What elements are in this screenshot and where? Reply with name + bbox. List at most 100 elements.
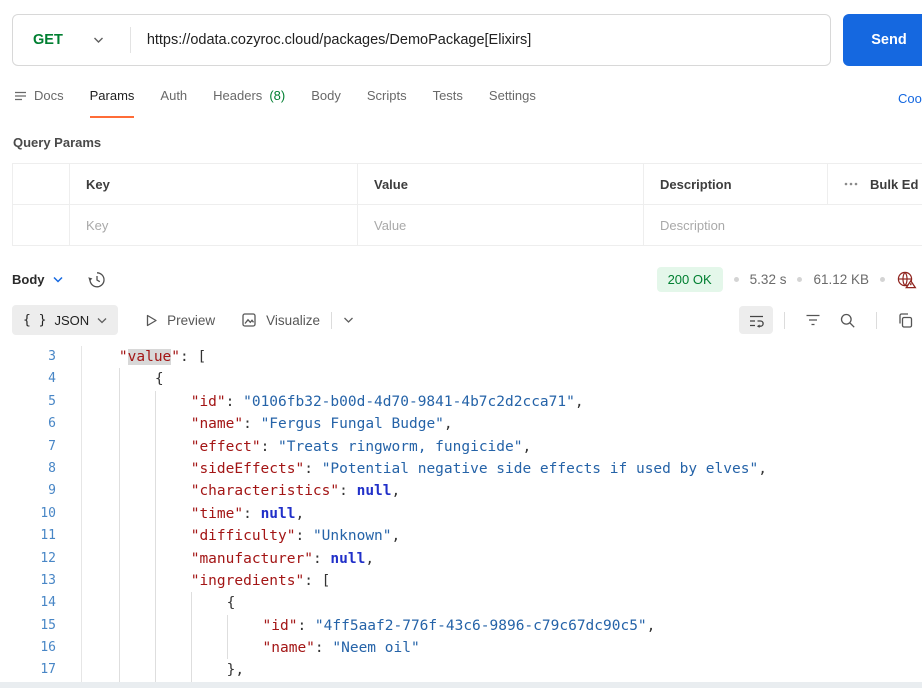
code-token: "ingredients" bbox=[190, 572, 305, 589]
code-line: 6 "name": "Fergus Fungal Budge", bbox=[0, 413, 922, 436]
tab-label: Headers bbox=[213, 88, 263, 103]
tab-label: Scripts bbox=[366, 88, 407, 103]
view-json-dropdown[interactable]: { } JSON bbox=[12, 305, 119, 335]
gutter bbox=[56, 346, 82, 369]
code-token: " bbox=[171, 349, 181, 365]
more-views-chevron-icon[interactable] bbox=[343, 316, 354, 324]
code-token: , bbox=[391, 528, 401, 545]
indent-guide bbox=[154, 435, 191, 458]
row-checkbox-cell[interactable] bbox=[13, 205, 70, 245]
indent-guide bbox=[118, 502, 155, 526]
chevron-down-icon bbox=[52, 276, 63, 283]
view-preview-button[interactable]: Preview bbox=[144, 313, 215, 328]
code-token: , bbox=[574, 393, 584, 410]
play-icon bbox=[144, 313, 158, 328]
bulk-edit-button[interactable]: Bulk Ed bbox=[870, 177, 918, 192]
indent-guide bbox=[190, 614, 227, 638]
tab-auth[interactable]: Auth bbox=[160, 88, 187, 116]
send-button[interactable]: Send bbox=[843, 14, 922, 66]
image-icon bbox=[241, 312, 257, 328]
response-body-viewer[interactable]: 3 "value": [4{5 "id": "0106fb32-b00d-4d70-… bbox=[0, 346, 922, 682]
cookies-link[interactable]: Cookies bbox=[898, 91, 922, 106]
tab-body[interactable]: Body bbox=[311, 88, 341, 116]
copy-icon[interactable] bbox=[897, 312, 914, 329]
indent-guide bbox=[118, 592, 155, 615]
code-line: 11 "difficulty": "Unknown", bbox=[0, 525, 922, 548]
response-pane-selector[interactable]: Body bbox=[12, 272, 63, 287]
network-warning-icon[interactable] bbox=[896, 270, 917, 289]
request-tabs: Docs Params Auth Headers (8) Body Script… bbox=[14, 88, 536, 118]
line-number: 13 bbox=[40, 572, 56, 588]
dot-separator bbox=[733, 276, 739, 282]
gutter bbox=[56, 368, 82, 391]
response-toolbar: { } JSON Preview Visualize bbox=[12, 303, 918, 337]
code-token: "Fergus Fungal Budge" bbox=[260, 416, 444, 433]
code-token: "time" bbox=[190, 505, 244, 522]
gutter bbox=[56, 614, 82, 638]
code-line: 8 "sideEffects": "Potential negative side… bbox=[0, 457, 922, 481]
code-token: : bbox=[295, 528, 313, 545]
code-line: 5 "id": "0106fb32-b00d-4d70-9841-4b7c2d2c… bbox=[0, 390, 922, 414]
indent-guide bbox=[154, 614, 191, 638]
tab-docs[interactable]: Docs bbox=[14, 88, 64, 116]
indent-guide bbox=[118, 569, 155, 593]
code-token: }, bbox=[226, 662, 245, 679]
code-line: 14 { bbox=[0, 592, 922, 615]
divider bbox=[876, 311, 877, 329]
tab-label: Auth bbox=[160, 88, 188, 103]
gutter bbox=[56, 457, 82, 481]
response-stats: 200 OK 5.32 s 61.12 KB bbox=[656, 266, 922, 292]
code-token: "Potential negative side effects if used… bbox=[321, 460, 759, 477]
tab-headers[interactable]: Headers (8) bbox=[213, 88, 285, 116]
chevron-down-icon bbox=[97, 317, 107, 324]
indent-guide bbox=[118, 659, 155, 682]
response-time: 5.32 s bbox=[749, 271, 787, 287]
indent-guide bbox=[154, 525, 191, 548]
code-token: value bbox=[127, 349, 172, 365]
indent-guide bbox=[118, 637, 155, 660]
description-input[interactable]: Description bbox=[644, 205, 828, 245]
tab-scripts[interactable]: Scripts bbox=[367, 88, 407, 116]
value-input[interactable]: Value bbox=[358, 205, 644, 245]
gutter bbox=[56, 502, 82, 526]
filter-icon[interactable] bbox=[805, 313, 821, 327]
tab-params[interactable]: Params bbox=[89, 88, 135, 118]
indent-guide bbox=[190, 592, 227, 615]
more-actions-icon[interactable] bbox=[844, 182, 858, 186]
line-number: 16 bbox=[40, 640, 56, 656]
code-line: 13 "ingredients": [ bbox=[0, 569, 922, 593]
column-header-value: Value bbox=[358, 164, 644, 204]
headers-count-badge: (8) bbox=[269, 88, 286, 103]
indent-guide bbox=[226, 637, 263, 660]
key-input[interactable]: Key bbox=[70, 205, 358, 245]
response-history-icon[interactable] bbox=[87, 270, 106, 289]
code-token: "id" bbox=[262, 617, 298, 634]
code-token: : [ bbox=[304, 572, 331, 589]
braces-icon: { } bbox=[23, 312, 47, 328]
view-label: Visualize bbox=[266, 312, 320, 328]
indent-guide bbox=[154, 390, 191, 414]
code-token: "Unknown" bbox=[312, 528, 392, 545]
tab-tests[interactable]: Tests bbox=[433, 88, 463, 116]
indent-guide bbox=[118, 525, 155, 548]
tab-settings[interactable]: Settings bbox=[489, 88, 536, 116]
gutter bbox=[56, 569, 82, 593]
line-number: 10 bbox=[40, 505, 56, 521]
view-visualize-button[interactable]: Visualize bbox=[241, 312, 320, 328]
code-token: "Treats ringworm, fungicide" bbox=[278, 438, 523, 455]
url-input[interactable]: https://odata.cozyroc.cloud/packages/Dem… bbox=[147, 32, 531, 48]
search-icon[interactable] bbox=[839, 312, 856, 329]
code-token: "characteristics" bbox=[190, 483, 340, 500]
chevron-down-icon[interactable] bbox=[93, 36, 104, 44]
wrap-text-toggle[interactable] bbox=[739, 306, 773, 334]
code-token: "Neem oil" bbox=[332, 640, 420, 657]
line-number: 6 bbox=[48, 416, 56, 432]
code-token: { bbox=[226, 595, 236, 612]
line-number: 15 bbox=[40, 617, 56, 633]
method-selector[interactable]: GET bbox=[33, 32, 63, 48]
horizontal-scrollbar[interactable] bbox=[0, 682, 922, 688]
